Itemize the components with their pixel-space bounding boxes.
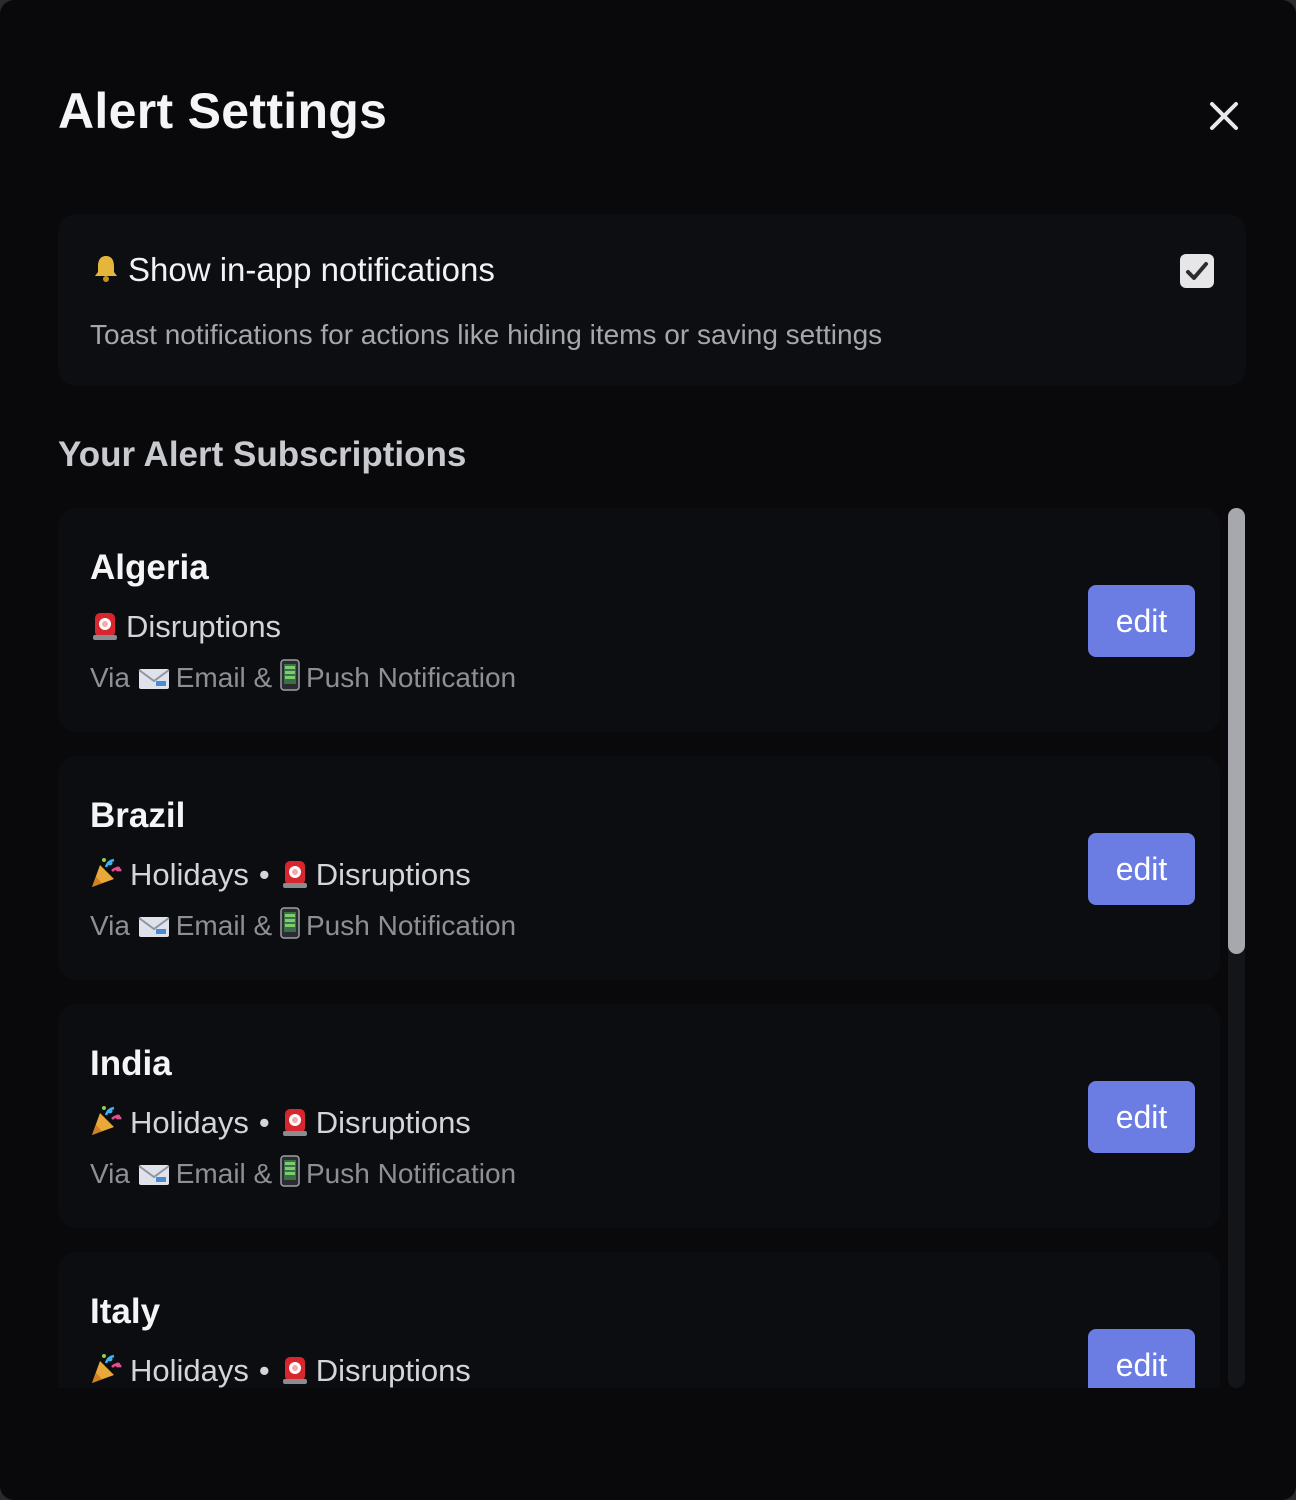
page-title: Alert Settings	[58, 83, 388, 139]
edit-subscription-button[interactable]: edit	[1088, 1081, 1195, 1153]
close-icon	[1210, 102, 1238, 130]
channel-label: Push Notification	[306, 662, 517, 693]
channel-label: Push Notification	[306, 1158, 517, 1189]
channel-label: Email	[175, 1158, 246, 1189]
bullet-separator: •	[258, 857, 270, 892]
envelope-icon	[138, 910, 170, 950]
subscription-channels: Via Email & Push Notification	[90, 1154, 516, 1198]
mobile-phone-icon	[280, 907, 300, 950]
checkmark-icon	[1186, 262, 1208, 280]
alert-settings-modal: Alert Settings Show in-app notifications…	[0, 0, 1296, 1500]
subscription-alert-types: Holidays • Disruptions	[90, 1102, 471, 1148]
alert-type-label: Disruptions	[315, 1105, 471, 1140]
siren-icon	[280, 1353, 310, 1388]
edit-subscription-button[interactable]: edit	[1088, 585, 1195, 657]
in-app-notifications-checkbox[interactable]	[1180, 254, 1214, 288]
party-popper-icon	[90, 1353, 124, 1388]
subscription-channels: Via Email & Push Notification	[90, 906, 516, 950]
edit-subscription-button[interactable]: edit	[1088, 833, 1195, 905]
via-prefix: Via	[90, 1158, 138, 1189]
in-app-notifications-label-row: Show in-app notifications	[90, 248, 495, 292]
siren-icon	[90, 609, 120, 652]
alert-type-label: Disruptions	[315, 857, 471, 892]
subscription-country: Brazil	[90, 796, 186, 835]
subscriptions-heading: Your Alert Subscriptions	[58, 435, 467, 474]
subscriptions-list[interactable]: Algeria Disruptions Via Email & Push Notif…	[58, 508, 1248, 1388]
close-button[interactable]	[1200, 92, 1248, 140]
envelope-icon	[138, 662, 170, 702]
bullet-separator: •	[258, 1105, 270, 1140]
alert-type-label: Holidays	[130, 857, 249, 892]
subscription-alert-types: Disruptions	[90, 606, 281, 652]
subscription-card: India Holidays • Disruptions Via Email & Pus…	[58, 1004, 1220, 1228]
party-popper-icon	[90, 1105, 124, 1148]
in-app-notifications-card: Show in-app notifications Toast notifica…	[58, 214, 1246, 386]
channel-separator: &	[245, 910, 280, 941]
subscription-country: India	[90, 1044, 172, 1083]
edit-subscription-button[interactable]: edit	[1088, 1329, 1195, 1388]
envelope-icon	[138, 1158, 170, 1198]
subscription-card: Brazil Holidays • Disruptions Via Email & Pu…	[58, 756, 1220, 980]
alert-type-label: Disruptions	[126, 609, 282, 644]
bell-icon	[95, 256, 117, 282]
channel-label: Email	[175, 662, 246, 693]
scrollbar-thumb[interactable]	[1228, 508, 1245, 954]
channel-label: Email	[175, 910, 246, 941]
alert-type-label: Disruptions	[315, 1353, 471, 1388]
channel-label: Push Notification	[306, 910, 517, 941]
alert-type-label: Holidays	[130, 1105, 249, 1140]
bullet-separator: •	[258, 1353, 270, 1388]
alert-type-label: Holidays	[130, 1353, 249, 1388]
channel-separator: &	[245, 1158, 280, 1189]
channel-separator: &	[245, 662, 280, 693]
subscription-country: Italy	[90, 1292, 161, 1331]
subscription-card: Algeria Disruptions Via Email & Push Notif…	[58, 508, 1220, 732]
via-prefix: Via	[90, 662, 138, 693]
subscription-alert-types: Holidays • Disruptions	[90, 1350, 471, 1388]
mobile-phone-icon	[280, 659, 300, 702]
mobile-phone-icon	[280, 1155, 300, 1198]
siren-icon	[280, 1105, 310, 1148]
subscription-country: Algeria	[90, 548, 209, 587]
in-app-notifications-description: Toast notifications for actions like hid…	[90, 319, 883, 350]
via-prefix: Via	[90, 910, 138, 941]
subscription-channels: Via Email & Push Notification	[90, 658, 516, 702]
subscription-alert-types: Holidays • Disruptions	[90, 854, 471, 900]
party-popper-icon	[90, 857, 124, 900]
subscription-card: Italy Holidays • Disruptions edit	[58, 1252, 1220, 1388]
siren-icon	[280, 857, 310, 900]
in-app-notifications-label: Show in-app notifications	[128, 251, 495, 288]
